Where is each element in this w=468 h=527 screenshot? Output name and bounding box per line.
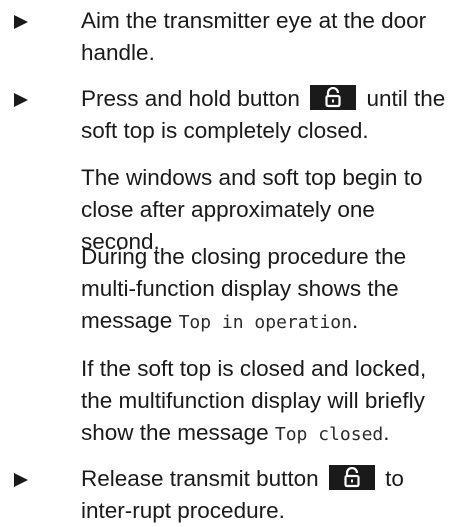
step-aim-transmitter: Aim the transmitter eye at the door hand… [14, 5, 454, 69]
step-press-hold: Press and hold button until the soft top… [14, 83, 454, 147]
display-message-code: Top in operation [178, 312, 352, 333]
note-top-closed: If the soft top is closed and locked, th… [14, 353, 454, 451]
note-punctuation: . [351, 308, 359, 333]
note-display-message: During the closing procedure the multi-f… [14, 241, 454, 339]
note-punctuation: . [383, 420, 390, 445]
lock-button-icon [328, 465, 375, 490]
triangle-bullet-icon [14, 93, 28, 107]
triangle-bullet-icon [14, 15, 28, 29]
lock-icon [344, 467, 360, 488]
step-release-button: Release transmit button to inter-rupt pr… [14, 463, 454, 527]
lock-button-icon [310, 85, 357, 110]
display-message-code: Top closed [274, 424, 384, 445]
step-text-before: Press and hold button [81, 86, 300, 111]
triangle-bullet-icon [14, 473, 28, 487]
step-text: Aim the transmitter eye at the door hand… [81, 8, 427, 65]
lock-icon [325, 87, 341, 108]
step-text-before: Release transmit button [81, 466, 319, 491]
